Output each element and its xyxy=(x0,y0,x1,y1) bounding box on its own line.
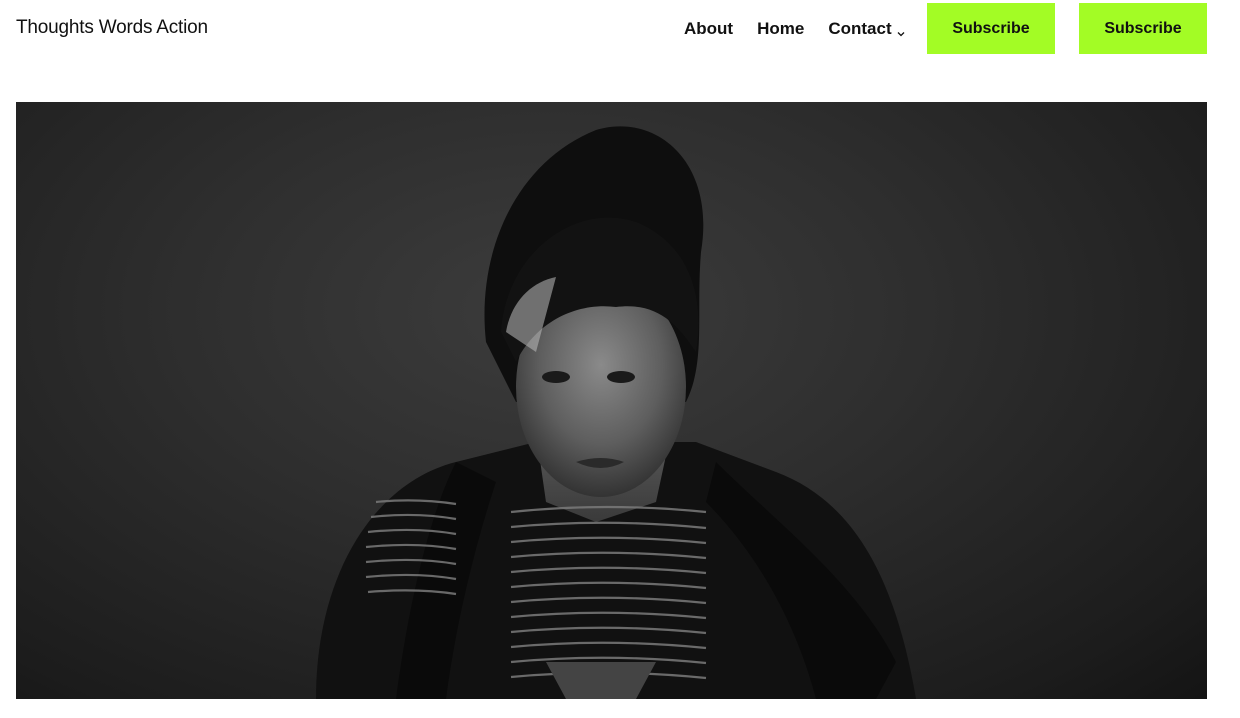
site-header: Thoughts Words Action About Home Contact… xyxy=(0,0,1240,60)
nav-contact[interactable]: Contact xyxy=(828,19,905,39)
hero-image xyxy=(16,102,1207,699)
subscribe-button-primary[interactable]: Subscribe xyxy=(927,3,1055,54)
portrait-photo-icon xyxy=(316,126,916,699)
subscribe-button-secondary[interactable]: Subscribe xyxy=(1079,3,1207,54)
site-title-link[interactable]: Thoughts Words Action xyxy=(16,17,208,39)
chevron-down-icon xyxy=(896,24,906,37)
nav-contact-label: Contact xyxy=(828,19,892,38)
nav-home[interactable]: Home xyxy=(757,19,804,39)
nav-about[interactable]: About xyxy=(684,19,733,39)
main-nav: About Home Contact xyxy=(684,19,930,39)
